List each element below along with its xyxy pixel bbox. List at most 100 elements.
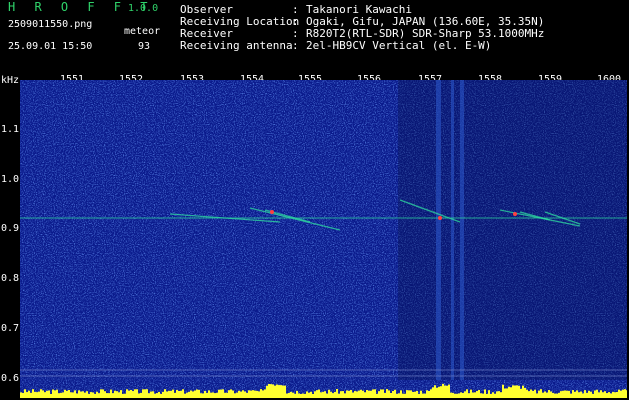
activity-bar	[38, 391, 40, 398]
activity-bar	[304, 393, 306, 398]
interference-column	[436, 80, 441, 380]
activity-bar	[540, 389, 542, 398]
activity-bar	[62, 392, 64, 398]
activity-bar	[108, 393, 110, 398]
activity-bar	[26, 392, 28, 398]
activity-bar	[330, 391, 332, 398]
activity-bar	[186, 392, 188, 398]
activity-bar	[498, 391, 500, 398]
activity-bar	[88, 393, 90, 398]
activity-bar	[140, 392, 142, 398]
activity-bar	[248, 390, 250, 398]
activity-bar	[410, 390, 412, 398]
activity-bar	[376, 393, 378, 398]
activity-bar	[234, 393, 236, 398]
activity-bar	[308, 392, 310, 398]
activity-bar	[82, 391, 84, 398]
activity-bar	[34, 391, 36, 398]
activity-bar	[476, 391, 478, 398]
meteor-count: 93	[138, 41, 151, 52]
activity-bar	[314, 391, 316, 398]
activity-bar	[626, 390, 627, 398]
activity-bar	[200, 393, 202, 398]
activity-bar	[156, 393, 158, 398]
activity-bar	[22, 392, 24, 398]
activity-bar	[442, 383, 444, 398]
y-tick: 0.7	[1, 323, 20, 334]
activity-bar	[616, 391, 618, 398]
activity-bar	[512, 385, 514, 398]
activity-bar	[310, 391, 312, 398]
app-version: 1.0.0	[128, 3, 159, 14]
activity-bar	[400, 390, 402, 398]
activity-bar	[454, 393, 456, 398]
activity-bar	[554, 393, 556, 398]
activity-bar	[368, 390, 370, 398]
activity-bar	[610, 393, 612, 398]
activity-bar	[418, 393, 420, 398]
activity-bar	[366, 389, 368, 398]
meteor-head	[438, 216, 442, 220]
activity-bar	[430, 389, 432, 398]
interference-column	[460, 80, 464, 380]
activity-bar	[68, 389, 70, 398]
activity-bar	[116, 391, 118, 398]
activity-bar	[468, 393, 470, 398]
activity-bar	[474, 392, 476, 398]
activity-bar	[250, 390, 252, 398]
activity-bar	[64, 389, 66, 398]
activity-bar	[602, 392, 604, 398]
activity-bar	[438, 386, 440, 398]
activity-bar	[172, 389, 174, 398]
activity-bar	[30, 392, 32, 398]
activity-bar	[370, 390, 372, 398]
activity-bar	[134, 389, 136, 398]
activity-bar	[490, 393, 492, 398]
activity-bar	[258, 391, 260, 398]
activity-bar	[216, 392, 218, 398]
activity-bar	[198, 389, 200, 398]
activity-bar	[240, 391, 242, 398]
activity-bar	[176, 389, 178, 398]
activity-bar	[188, 391, 190, 398]
activity-bar	[544, 391, 546, 398]
activity-bar	[218, 389, 220, 398]
activity-bar	[562, 390, 564, 398]
activity-bar	[510, 387, 512, 398]
activity-bar	[520, 388, 522, 398]
activity-bar	[348, 390, 350, 398]
activity-bar	[32, 389, 34, 398]
activity-bar	[566, 390, 568, 398]
activity-bar	[256, 390, 258, 398]
activity-bar	[262, 390, 264, 398]
activity-bar	[378, 391, 380, 398]
activity-bar	[298, 393, 300, 398]
activity-bar	[86, 391, 88, 398]
activity-bar	[428, 390, 430, 398]
activity-bar	[174, 392, 176, 398]
activity-bar	[60, 392, 62, 398]
activity-bar	[106, 393, 108, 398]
activity-bar	[276, 384, 278, 398]
activity-bar	[72, 392, 74, 398]
activity-bar	[212, 392, 214, 398]
activity-bar	[534, 389, 536, 398]
activity-bar	[334, 391, 336, 398]
activity-bar	[244, 391, 246, 398]
activity-bar	[422, 393, 424, 398]
activity-bar	[552, 392, 554, 398]
activity-bar	[484, 389, 486, 398]
activity-bar	[76, 393, 78, 398]
activity-bar	[194, 390, 196, 398]
activity-bar	[224, 392, 226, 398]
activity-bar	[302, 393, 304, 398]
spectrogram	[20, 80, 627, 398]
activity-bar	[446, 385, 448, 398]
y-tick: 0.9	[1, 223, 20, 234]
interference-column	[451, 80, 454, 380]
activity-bar	[396, 393, 398, 398]
activity-bar	[496, 391, 498, 398]
activity-bar	[110, 389, 112, 398]
activity-bar	[522, 385, 524, 398]
activity-bar	[324, 391, 326, 398]
